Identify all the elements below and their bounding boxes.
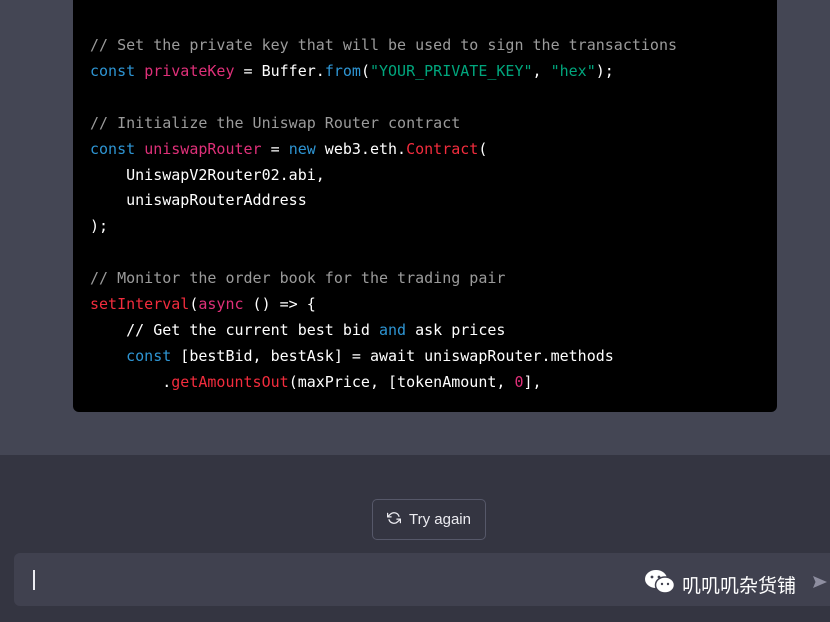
code-token: = Buffer. <box>234 61 325 80</box>
code-token: ], <box>523 372 542 391</box>
code-line: // Initialize the Uniswap Router contrac… <box>90 110 460 136</box>
code-token: "hex" <box>550 61 596 80</box>
code-line: ); <box>90 213 108 239</box>
code-line: const [bestBid, bestAsk] = await uniswap… <box>90 343 614 369</box>
code-token: uniswapRouterAddress <box>90 191 307 210</box>
text-caret <box>33 570 35 590</box>
code-token: . <box>90 372 172 391</box>
code-line: setInterval(async () => { <box>90 291 316 317</box>
code-token: ); <box>595 61 614 80</box>
code-token: Contract <box>406 139 479 158</box>
code-line: const uniswapRouter = new web3.eth.Contr… <box>90 136 487 162</box>
code-line: .getAmountsOut(maxPrice, [tokenAmount, 0… <box>90 369 542 395</box>
code-token: ask prices <box>406 320 506 339</box>
code-token: and <box>378 320 407 339</box>
code-line: // Set the private key that will be used… <box>90 32 677 58</box>
code-block: // Set the private key that will be used… <box>73 0 777 412</box>
code-token: "YOUR_PRIVATE_KEY" <box>369 61 533 80</box>
code-token: const <box>90 139 136 158</box>
code-token: privateKey <box>144 61 235 80</box>
code-token: new <box>288 139 316 158</box>
code-token: [bestBid, bestAsk] = await uniswapRouter… <box>171 346 614 365</box>
code-token: const <box>126 346 172 365</box>
code-token: uniswapRouter <box>144 139 262 158</box>
code-line: // Monitor the order book for the tradin… <box>90 265 505 291</box>
code-token: // Get the current best bid <box>90 320 379 339</box>
refresh-icon <box>386 511 402 529</box>
code-line: const privateKey = Buffer.from("YOUR_PRI… <box>90 58 614 84</box>
code-token: from <box>324 61 361 80</box>
code-token: = <box>261 139 289 158</box>
code-token: // Set the private key that will be used… <box>90 36 677 54</box>
code-token: setInterval <box>90 295 190 313</box>
code-line: UniswapV2Router02.abi, <box>90 162 325 188</box>
code-token: // Initialize the Uniswap Router contrac… <box>90 113 461 132</box>
try-again-button[interactable]: Try again <box>372 499 486 540</box>
code-token: (maxPrice, [tokenAmount, <box>288 372 515 391</box>
code-token: ); <box>90 217 109 236</box>
code-token: // Monitor the order book for the tradin… <box>90 269 506 288</box>
code-line: uniswapRouterAddress <box>90 187 307 213</box>
chat-message-area: // Set the private key that will be used… <box>0 0 830 455</box>
code-token: UniswapV2Router02.abi, <box>90 165 325 184</box>
code-token: () => { <box>243 295 316 313</box>
watermark-text: 叽叽叽杂货铺 <box>682 574 797 597</box>
watermark: 叽叽叽杂货铺 <box>644 569 796 599</box>
code-token: web3.eth. <box>315 139 407 158</box>
code-token: const <box>90 61 136 80</box>
send-icon[interactable] <box>812 574 828 590</box>
code-token: 0 <box>514 372 524 391</box>
code-token: , <box>532 61 551 80</box>
code-token: getAmountsOut <box>171 372 289 391</box>
try-again-label: Try again <box>409 511 471 528</box>
code-line: // Get the current best bid and ask pric… <box>90 317 505 343</box>
code-token: ( <box>478 139 488 158</box>
wechat-icon <box>644 569 676 600</box>
code-token: ( <box>360 61 370 80</box>
code-token: async <box>198 295 244 313</box>
